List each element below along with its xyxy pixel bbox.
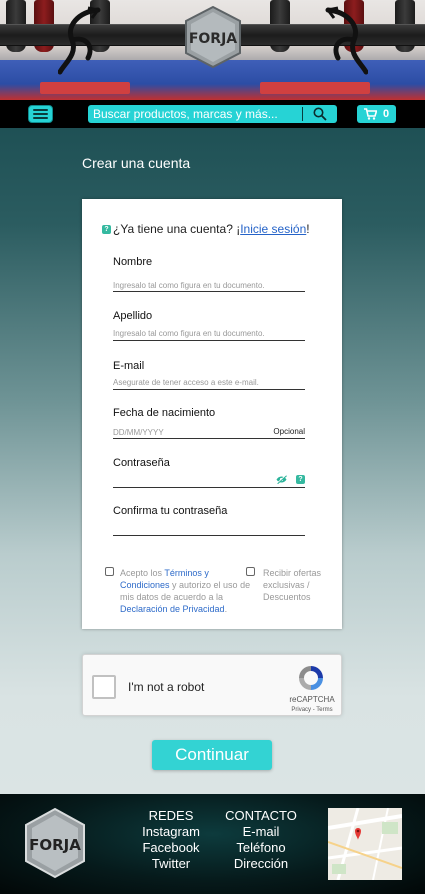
recaptcha-label: I'm not a robot xyxy=(128,680,205,694)
location-map[interactable] xyxy=(328,808,402,880)
cart-button[interactable]: 0 xyxy=(357,105,396,123)
offers-label: Recibir ofertas exclusivas / Descuentos xyxy=(263,568,322,602)
apellido-field[interactable]: Apellido Ingresalo tal como figura en tu… xyxy=(113,310,305,342)
recaptcha-logo-icon xyxy=(299,666,323,690)
hero-banner: FORJA xyxy=(0,0,425,100)
email-field[interactable]: E-mail Asegurate de tener acceso a este … xyxy=(113,360,305,392)
forja-logo[interactable]: FORJA xyxy=(184,6,242,68)
search-button[interactable] xyxy=(303,105,337,123)
terms-checkbox[interactable] xyxy=(105,567,114,576)
logo-text: FORJA xyxy=(189,31,237,47)
offers-checkbox[interactable] xyxy=(246,567,255,576)
footer-redes: REDES Instagram Facebook Twitter xyxy=(126,808,216,872)
redes-title: REDES xyxy=(148,808,194,823)
footer-logo-text: FORJA xyxy=(29,836,81,854)
nombre-underline xyxy=(113,291,305,292)
birthdate-placeholder: DD/MM/YYYY xyxy=(113,428,164,437)
birthdate-label: Fecha de nacimiento xyxy=(113,407,216,419)
nombre-field[interactable]: Nombre Ingresalo tal como figura en tu d… xyxy=(113,256,305,292)
dragon-right-icon xyxy=(325,6,368,75)
password-label: Contraseña xyxy=(113,457,170,469)
email-placeholder: Asegurate de tener acceso a este e-mail. xyxy=(113,378,259,387)
dragon-left-icon xyxy=(58,6,101,75)
recaptcha-privacy-link[interactable]: Privacy xyxy=(291,707,311,713)
twitter-link[interactable]: Twitter xyxy=(126,856,216,872)
email-label: E-mail xyxy=(113,360,145,372)
search-icon xyxy=(313,107,327,121)
footer-logo[interactable]: FORJA xyxy=(24,807,86,879)
footer: FORJA REDES Instagram Facebook Twitter C… xyxy=(0,794,425,894)
facebook-link[interactable]: Facebook xyxy=(126,840,216,856)
login-prompt-text: ¿Ya tiene una cuenta? ¡ xyxy=(113,222,241,236)
menu-button[interactable] xyxy=(28,105,53,123)
optional-hint: Opcional xyxy=(273,427,305,436)
help-icon: ? xyxy=(102,224,111,234)
nombre-label: Nombre xyxy=(113,256,153,268)
recaptcha-widget: I'm not a robot reCAPTCHA Privacy - Term… xyxy=(82,654,342,716)
recaptcha-links: Privacy - Terms xyxy=(282,707,342,713)
login-prompt: ? ¿Ya tiene una cuenta? ¡ Inicie sesión! xyxy=(102,222,310,236)
terms-suffix: . xyxy=(224,604,228,614)
hamburger-icon xyxy=(33,109,48,111)
help-icon[interactable]: ? xyxy=(296,475,305,484)
map-image xyxy=(328,808,402,880)
email-underline xyxy=(113,389,305,390)
confirm-password-label: Confirma tu contraseña xyxy=(113,505,228,517)
confirm-password-field[interactable]: Confirma tu contraseña xyxy=(113,505,305,537)
apellido-underline xyxy=(113,340,305,341)
recaptcha-terms-link[interactable]: Terms xyxy=(316,707,332,713)
continue-button[interactable]: Continuar xyxy=(152,740,272,770)
footer-contacto: CONTACTO E-mail Teléfono Dirección xyxy=(216,808,306,872)
login-prompt-suffix: ! xyxy=(306,222,310,236)
recaptcha-brand: reCAPTCHA xyxy=(289,695,335,704)
recaptcha-checkbox[interactable] xyxy=(92,675,116,699)
phone-link[interactable]: Teléfono xyxy=(216,840,306,856)
apellido-placeholder: Ingresalo tal como figura en tu document… xyxy=(113,329,265,338)
login-link[interactable]: Inicie sesión xyxy=(240,222,306,236)
confirm-password-underline xyxy=(113,535,305,536)
contacto-title: CONTACTO xyxy=(225,808,297,823)
terms-prefix: Acepto los xyxy=(120,568,165,578)
search-input[interactable] xyxy=(88,105,302,123)
page-title: Crear una cuenta xyxy=(82,155,191,171)
signup-form: ? ¿Ya tiene una cuenta? ¡ Inicie sesión! … xyxy=(82,199,342,629)
eye-off-icon[interactable] xyxy=(276,475,287,484)
instagram-link[interactable]: Instagram xyxy=(126,824,216,840)
terms-text: Acepto los Términos y Condiciones y auto… xyxy=(120,567,260,615)
search-bar xyxy=(88,105,337,123)
birthdate-underline xyxy=(113,438,305,439)
birthdate-field[interactable]: Fecha de nacimiento DD/MM/YYYY Opcional xyxy=(113,407,305,441)
address-link[interactable]: Dirección xyxy=(216,856,306,872)
cart-count: 0 xyxy=(382,108,390,120)
cart-icon xyxy=(363,108,377,120)
password-field[interactable]: Contraseña ? xyxy=(113,457,305,489)
password-underline xyxy=(113,487,305,488)
email-link[interactable]: E-mail xyxy=(216,824,306,840)
nombre-placeholder: Ingresalo tal como figura en tu document… xyxy=(113,281,265,290)
apellido-label: Apellido xyxy=(113,310,153,322)
privacy-link[interactable]: Declaración de Privacidad xyxy=(120,604,225,614)
